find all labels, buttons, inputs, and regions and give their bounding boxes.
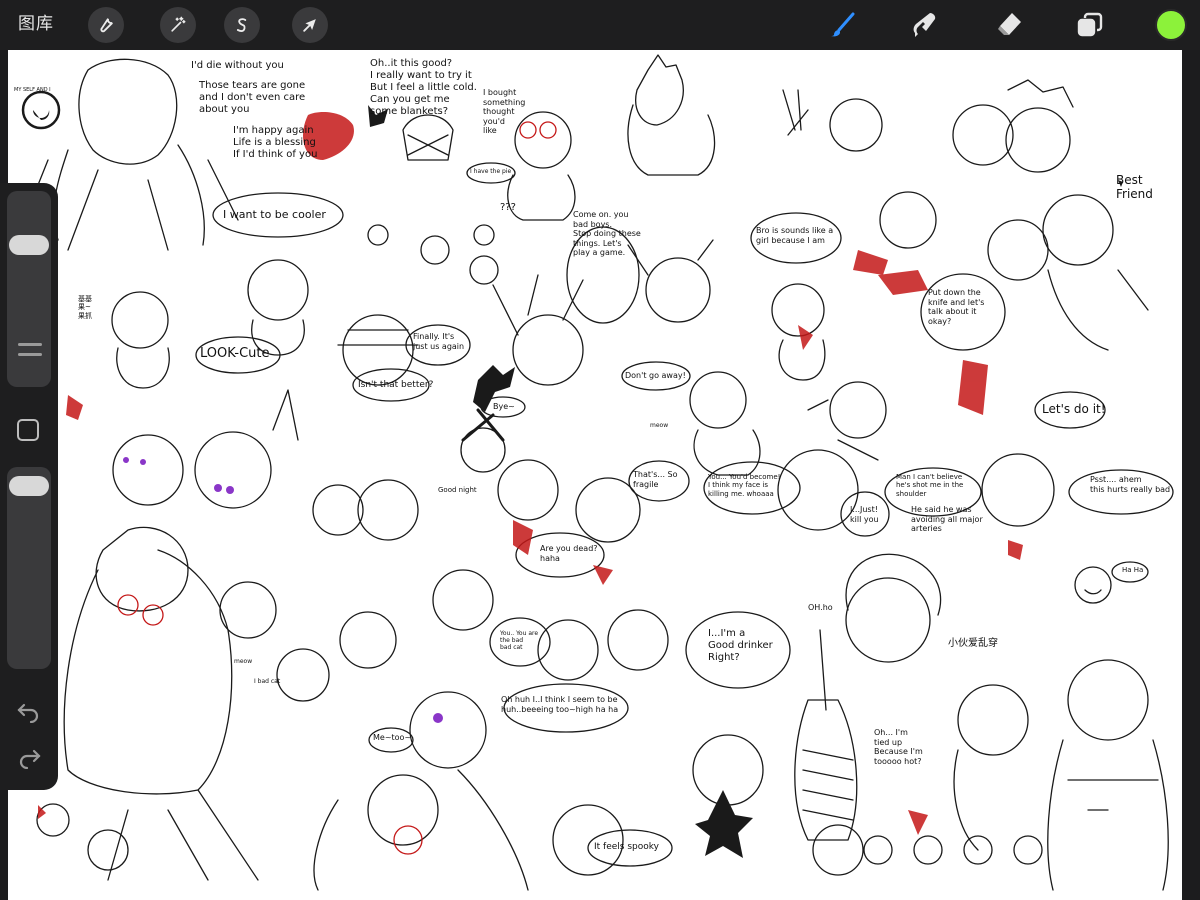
- canvas-text: meow: [234, 658, 253, 665]
- canvas-text: Psst.... ahem this hurts really bad: [1090, 475, 1171, 494]
- sketch-strokes: [21, 54, 1174, 891]
- canvas-text: Good night: [438, 486, 477, 494]
- canvas-text: You... You'd become! I think my face is …: [708, 473, 781, 498]
- canvas-text: Don't go away!: [625, 371, 686, 380]
- canvas-text: I bought something thought you'd like: [483, 88, 526, 136]
- canvas-text: Those tears are gone and I don't even ca…: [199, 80, 306, 115]
- eraser-icon[interactable]: [992, 8, 1026, 42]
- canvas-text: It feels spooky: [594, 842, 659, 852]
- brush-sidebar: [0, 183, 58, 790]
- canvas-text: I have the pie: [470, 168, 512, 175]
- canvas-text: That's... So fragile: [633, 470, 678, 489]
- brush-icon[interactable]: [826, 8, 860, 42]
- canvas-text: Bro is sounds like a girl because I am: [756, 226, 834, 245]
- canvas-text: ???: [500, 202, 516, 213]
- opacity-thumb[interactable]: [9, 476, 49, 496]
- drawing-canvas[interactable]: I'd die without you Those tears are gone…: [0, 50, 1200, 900]
- artwork[interactable]: I'd die without you Those tears are gone…: [8, 50, 1182, 900]
- canvas-text: Put down the knife and let's talk about …: [928, 288, 985, 326]
- canvas-text: LOOK-Cute: [200, 346, 270, 361]
- redo-icon[interactable]: [16, 743, 42, 769]
- sidebar-divider-handle: [18, 343, 42, 363]
- canvas-text: 小伙爱乱穿: [948, 638, 998, 649]
- canvas-text: I...Just! kill you: [850, 505, 879, 524]
- procreate-app: 图库 I'd die without you Those tears are g…: [0, 0, 1200, 900]
- canvas-text: Bye~: [493, 402, 515, 411]
- canvas-text: Oh huh I..I think I seem to be huh..beee…: [501, 695, 619, 714]
- magic-wand-icon[interactable]: [160, 7, 196, 43]
- canvas-text: Me~too~: [373, 733, 412, 742]
- canvas-text: I...I'm a Good drinker Right?: [708, 628, 773, 663]
- canvas-text: He said he was avoiding all major arteri…: [911, 505, 983, 534]
- canvas-text: 基基果~果抓: [78, 295, 92, 320]
- smudge-icon[interactable]: [908, 8, 942, 42]
- canvas-right-margin: [1182, 50, 1200, 900]
- wrench-icon[interactable]: [88, 7, 124, 43]
- arrow-cursor-icon[interactable]: [292, 7, 328, 43]
- canvas-text: I'd die without you: [191, 60, 284, 71]
- canvas-text: meow: [650, 422, 669, 429]
- brush-size-thumb[interactable]: [9, 235, 49, 255]
- canvas-text: I'm happy again Life is a blessing If I'…: [233, 125, 318, 160]
- canvas-text: You.. You are the bad bad cat: [500, 630, 539, 652]
- canvas-text: Finally. It's just us again: [413, 332, 465, 351]
- canvas-text: Are you dead? haha: [540, 544, 598, 563]
- opacity-slider[interactable]: [7, 467, 51, 669]
- canvas-text: Come on. you bad boys. Stop doing these …: [573, 210, 641, 258]
- canvas-text: Ha Ha: [1122, 566, 1144, 574]
- canvas-text: I want to be cooler: [223, 208, 326, 221]
- selection-s-icon[interactable]: [224, 7, 260, 43]
- canvas-text: OH.ho: [808, 603, 833, 612]
- canvas-text: Man I can't believe he's shot me in the …: [896, 473, 964, 498]
- canvas-text: Isn't that better?: [358, 380, 434, 390]
- canvas-text: Let's do it!: [1042, 402, 1106, 416]
- layers-icon[interactable]: [1073, 8, 1107, 42]
- gallery-button[interactable]: 图库: [18, 12, 54, 36]
- canvas-text: MY SELF AND I: [14, 87, 51, 93]
- canvas-text: Best Friend: [1116, 173, 1153, 202]
- undo-icon[interactable]: [16, 697, 42, 723]
- top-toolbar: 图库: [0, 0, 1200, 50]
- canvas-text: I bad cat: [254, 678, 281, 685]
- canvas-text: Oh..it this good? I really want to try i…: [370, 58, 477, 117]
- modify-square-icon[interactable]: [17, 419, 39, 441]
- current-color-swatch[interactable]: [1155, 9, 1187, 41]
- canvas-text: Oh... I'm tied up Because I'm tooooo hot…: [874, 728, 923, 766]
